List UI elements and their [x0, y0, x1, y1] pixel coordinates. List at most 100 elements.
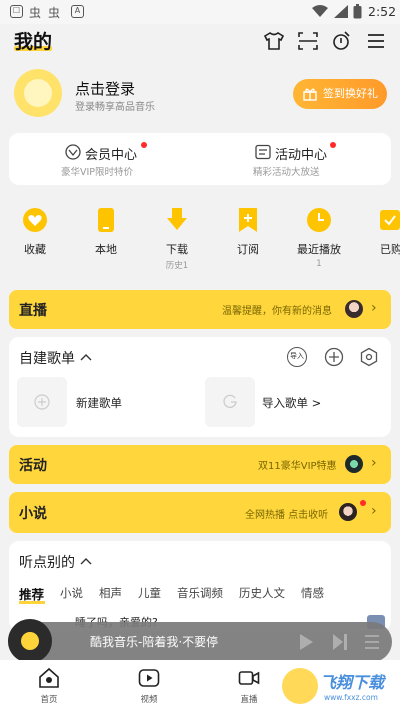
function-label: 收藏	[24, 243, 46, 256]
function-label: 已购	[380, 243, 400, 256]
tab-emotion[interactable]: 情感	[301, 585, 324, 601]
signal-icon	[334, 5, 348, 18]
function-label: 最近播放	[297, 243, 341, 256]
status-time: 2:52	[368, 4, 397, 19]
tab-crosstalk[interactable]: 相声	[99, 585, 122, 601]
member-center[interactable]: 会员中心 豪华VIP限时特价	[9, 133, 200, 185]
watermark-text: 飞翔下载	[320, 673, 385, 692]
tab-fm[interactable]: 音乐调频	[177, 585, 223, 601]
scan-icon[interactable]	[296, 29, 320, 53]
nav-label: 直播	[240, 695, 258, 705]
page-title: 我的	[14, 31, 53, 53]
function-subscribe[interactable]: 订阅	[218, 208, 278, 268]
add-icon[interactable]	[324, 347, 344, 367]
tab-history[interactable]: 历史人文	[239, 585, 285, 601]
tab-kids[interactable]: 儿童	[138, 585, 161, 601]
nav-label: 视频	[140, 695, 158, 705]
live-avatar	[345, 300, 363, 318]
function-label: 本地	[95, 243, 117, 256]
chevron-up-icon[interactable]	[80, 556, 92, 566]
function-local[interactable]: 本地	[76, 208, 136, 268]
home-icon	[39, 667, 59, 688]
subscribe-icon	[239, 208, 257, 232]
import-playlist-label[interactable]: 导入歌单 >	[262, 395, 321, 411]
activity-avatar	[345, 455, 363, 473]
vip-card: 会员中心 豪华VIP限时特价 活动中心 精彩活动大放送	[9, 133, 391, 185]
listen-title: 听点别的	[19, 555, 75, 571]
playlist-title: 自建歌单	[19, 351, 75, 367]
function-label: 下载	[166, 243, 188, 256]
notification-icon: ☐	[10, 5, 23, 18]
music-recognition-icon[interactable]	[330, 29, 354, 53]
live-title: 直播	[19, 303, 47, 319]
activity-note: 双11豪华VIP特惠	[258, 461, 337, 472]
player-text: 酷我音乐-陪着我·不要停	[90, 635, 219, 649]
live-bar[interactable]: 直播 温馨提醒，你有新的消息 ›	[9, 290, 391, 329]
player-disc[interactable]	[8, 619, 52, 663]
download-icon	[167, 208, 187, 230]
new-playlist-label[interactable]: 新建歌单	[76, 395, 122, 411]
vip-diamond-icon	[65, 144, 81, 160]
settings-hex-icon[interactable]	[359, 347, 379, 367]
watermark: 飞翔下载 www.fxxz.com	[282, 664, 398, 708]
notification-icon: 虫	[29, 6, 42, 20]
phone-icon	[98, 208, 114, 232]
nav-video[interactable]: 视频	[124, 667, 174, 707]
sign-button-label: 签到换好礼	[323, 87, 378, 100]
activity-center-title: 活动中心	[275, 148, 328, 163]
novel-bar[interactable]: 小说 全网热播 点击收听 ›	[9, 492, 391, 533]
listen-card: 听点别的 推荐 小说 相声 儿童 音乐调频 历史人文 情感 睡了吗，亲爱的?	[9, 541, 391, 631]
mini-player[interactable]: 酷我音乐-陪着我·不要停	[8, 622, 392, 662]
novel-title: 小说	[19, 506, 47, 522]
skin-shirt-icon[interactable]	[262, 29, 286, 53]
member-badge-dot	[141, 142, 147, 148]
playlist-card: 自建歌单 导入 新建歌单 导入歌单 >	[9, 337, 391, 437]
member-center-title: 会员中心	[85, 148, 138, 163]
notification-icon: A	[71, 5, 84, 18]
function-download[interactable]: 下载 历史1	[147, 208, 207, 271]
novel-badge-dot	[360, 500, 366, 506]
avatar-mascot-icon	[24, 79, 52, 107]
plus-circle-icon	[34, 394, 50, 410]
import-arrow-icon	[223, 394, 237, 408]
function-sub: 1	[316, 259, 322, 269]
login-label[interactable]: 点击登录	[75, 78, 135, 99]
battery-icon	[353, 4, 362, 19]
function-sub: 历史1	[165, 261, 189, 271]
purchased-icon	[380, 210, 400, 230]
chevron-right-icon: ›	[371, 503, 377, 519]
activity-list-icon	[255, 144, 271, 160]
disc-center-icon	[21, 632, 39, 650]
status-bar: ☐ 虫 虫 A 2:52	[0, 0, 400, 24]
tab-underline	[19, 601, 45, 604]
watermark-url: www.fxxz.com	[324, 693, 378, 702]
next-icon[interactable]	[332, 633, 348, 651]
sign-in-reward-button[interactable]: 签到换好礼	[293, 79, 387, 109]
nav-live[interactable]: 直播	[224, 667, 274, 707]
novel-avatar	[339, 503, 357, 521]
activity-center[interactable]: 活动中心 精彩活动大放送	[200, 133, 391, 185]
play-icon[interactable]	[298, 633, 314, 651]
import-playlist-button[interactable]	[205, 377, 255, 427]
novel-note: 全网热播 点击收听	[245, 510, 329, 521]
chevron-up-icon[interactable]	[80, 352, 92, 362]
heart-icon	[23, 208, 47, 232]
login-subtitle: 登录畅享高品音乐	[75, 102, 155, 113]
playlist-icon[interactable]	[364, 633, 380, 651]
tab-novel[interactable]: 小说	[60, 585, 83, 601]
chevron-right-icon: ›	[371, 455, 377, 471]
import-icon[interactable]: 导入	[287, 347, 307, 367]
function-favorites[interactable]: 收藏	[5, 208, 65, 268]
activity-badge-dot	[330, 142, 336, 148]
activity-bar[interactable]: 活动 双11豪华VIP特惠 ›	[9, 445, 391, 484]
function-label: 订阅	[237, 243, 259, 256]
member-center-sub: 豪华VIP限时特价	[61, 167, 134, 178]
menu-icon[interactable]	[364, 29, 388, 53]
activity-center-sub: 精彩活动大放送	[253, 167, 320, 178]
new-playlist-button[interactable]	[17, 377, 67, 427]
function-recent[interactable]: 最近播放 1	[289, 208, 349, 269]
notification-icon: 虫	[48, 6, 61, 20]
function-purchased[interactable]: 已购	[362, 208, 400, 268]
watermark-logo-icon	[282, 668, 318, 704]
nav-home[interactable]: 首页	[24, 667, 74, 707]
